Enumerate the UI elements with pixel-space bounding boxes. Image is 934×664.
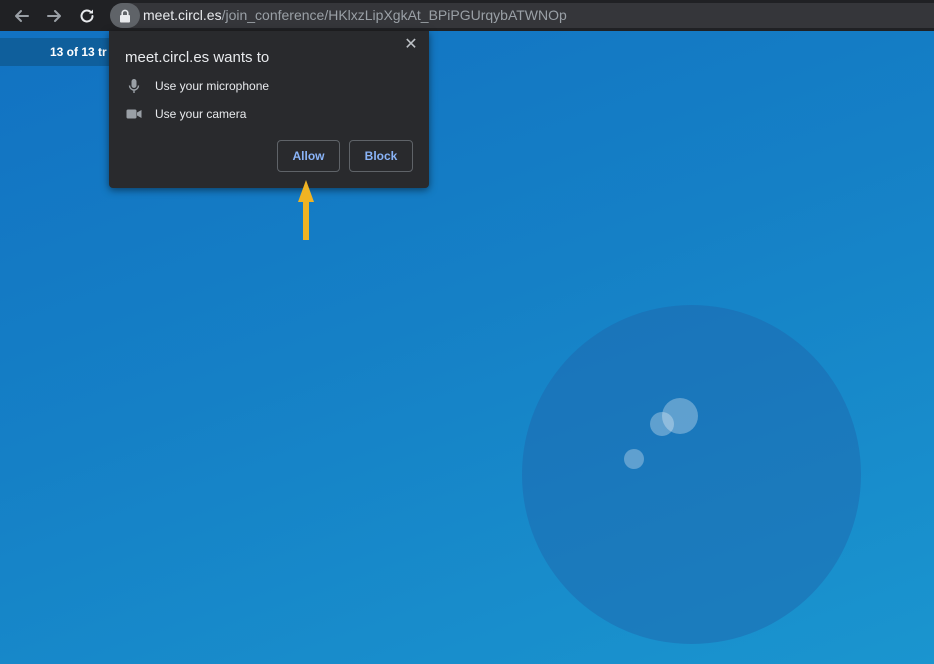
lock-icon xyxy=(120,9,130,22)
microphone-icon xyxy=(125,77,143,95)
block-button[interactable]: Block xyxy=(349,140,413,172)
forward-arrow-icon xyxy=(47,10,61,22)
url-host: meet.circl.es xyxy=(143,7,222,23)
permission-label: Use your camera xyxy=(155,107,247,121)
permission-popup: meet.circl.es wants to ✕ Use your microp… xyxy=(109,31,429,188)
annotation-arrow-icon xyxy=(298,180,314,240)
reload-icon xyxy=(80,9,94,23)
close-button[interactable]: ✕ xyxy=(403,37,419,53)
permission-label: Use your microphone xyxy=(155,79,270,93)
permission-microphone: Use your microphone xyxy=(125,77,269,95)
avatar-placeholder-circle xyxy=(522,305,861,644)
url-path: /join_conference/HKlxzLipXgkAt_BPiPGUrqy… xyxy=(221,7,567,23)
back-arrow-icon xyxy=(15,10,29,22)
permission-camera: Use your camera xyxy=(125,105,246,123)
forward-button[interactable] xyxy=(42,4,66,28)
reload-button[interactable] xyxy=(75,4,99,28)
browser-toolbar: meet.circl.es/join_conference/HKlxzLipXg… xyxy=(0,0,934,31)
popup-title: meet.circl.es wants to xyxy=(125,49,270,66)
back-button[interactable] xyxy=(10,4,34,28)
camera-icon xyxy=(125,105,143,123)
decorative-dot-medium xyxy=(650,412,674,436)
allow-button[interactable]: Allow xyxy=(277,140,340,172)
decorative-dot-small xyxy=(624,449,644,469)
tab-strip-label: 13 of 13 tr xyxy=(0,38,112,66)
url-text[interactable]: meet.circl.es/join_conference/HKlxzLipXg… xyxy=(143,7,567,23)
site-info-button[interactable] xyxy=(110,3,140,28)
